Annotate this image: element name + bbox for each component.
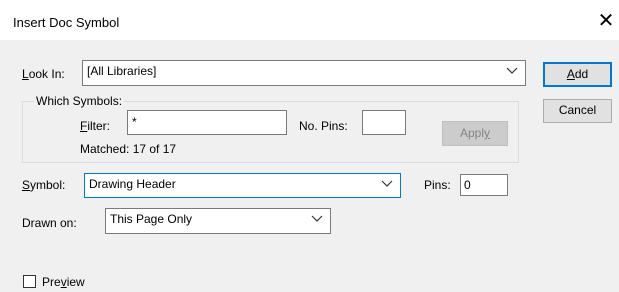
drawn-on-label: Drawn on: [22,216,77,230]
pins-value: 0 [460,174,508,196]
title-bar: Insert Doc Symbol ✕ [0,0,619,40]
add-button[interactable]: Add [543,62,612,87]
symbol-label: Symbol: [22,178,66,192]
symbol-value: Drawing Header [89,177,176,191]
chevron-down-icon [506,67,518,74]
cancel-button[interactable]: Cancel [543,99,612,123]
preview-label[interactable]: Preview [42,275,85,289]
apply-button[interactable]: Apply [442,121,508,146]
drawn-on-dropdown[interactable]: This Page Only [105,208,331,234]
close-icon[interactable]: ✕ [596,11,616,31]
look-in-label: Look In: [22,67,65,81]
which-symbols-legend: Which Symbols: [34,94,125,108]
window-title: Insert Doc Symbol [13,15,120,30]
matched-count: Matched: 17 of 17 [80,142,177,156]
chevron-down-icon [381,180,393,187]
look-in-dropdown[interactable]: [All Libraries] [82,60,526,86]
no-pins-label: No. Pins: [299,119,348,133]
pins-label: Pins: [424,178,451,192]
preview-checkbox[interactable] [23,275,36,288]
drawn-on-value: This Page Only [110,212,193,226]
filter-input[interactable]: * [127,110,287,135]
no-pins-input[interactable] [362,110,406,135]
filter-label: Filter: [80,119,111,133]
symbol-dropdown[interactable]: Drawing Header [84,173,401,198]
look-in-value: [All Libraries] [87,64,157,78]
chevron-down-icon [311,215,323,222]
